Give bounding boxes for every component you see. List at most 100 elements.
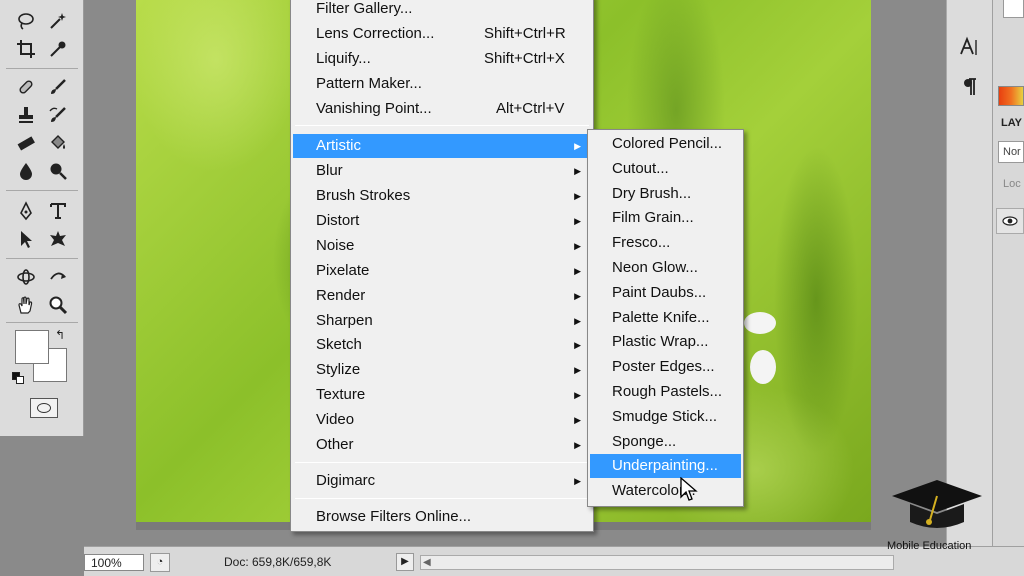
submenu-item-label: Palette Knife...	[612, 308, 710, 326]
submenu-item-label: Plastic Wrap...	[612, 333, 709, 351]
crop-tool-icon[interactable]	[12, 36, 40, 62]
menu-item-browse-filters-online[interactable]: Browse Filters Online...	[293, 505, 591, 529]
menu-separator	[295, 498, 589, 499]
submenu-item-paint-daubs[interactable]: Paint Daubs...	[590, 281, 741, 305]
menu-item-render[interactable]: Render ▶	[293, 284, 591, 308]
default-colors-icon[interactable]	[12, 372, 24, 384]
horizontal-scrollbar[interactable]: ◀	[420, 555, 894, 570]
quick-mask-button[interactable]	[30, 398, 58, 418]
submenu-item-cutout[interactable]: Cutout...	[590, 157, 741, 181]
swatches-gradient-strip[interactable]	[998, 86, 1024, 106]
status-info-icon[interactable]: ◔	[150, 553, 170, 572]
menu-item-stylize[interactable]: Stylize ▶	[293, 358, 591, 382]
canvas-petal-highlight	[750, 350, 776, 384]
submenu-item-poster-edges[interactable]: Poster Edges...	[590, 355, 741, 379]
zoom-tool-icon[interactable]	[44, 292, 72, 318]
menu-item-distort[interactable]: Distort ▶	[293, 209, 591, 233]
status-menu-arrow-icon[interactable]: ▶	[396, 553, 414, 571]
blend-mode-select[interactable]: Nor	[998, 141, 1024, 163]
tools-divider	[6, 190, 78, 191]
submenu-item-watercolor[interactable]: Watercolor...	[590, 479, 741, 503]
submenu-item-plastic-wrap[interactable]: Plastic Wrap...	[590, 330, 741, 354]
submenu-arrow-icon: ▶	[574, 415, 581, 425]
dodge-tool-icon[interactable]	[44, 158, 72, 184]
submenu-arrow-icon: ▶	[574, 340, 581, 350]
paragraph-panel-icon[interactable]	[947, 76, 993, 102]
submenu-item-film-grain[interactable]: Film Grain...	[590, 206, 741, 230]
lock-label: Loc	[1003, 178, 1021, 190]
type-tool-icon[interactable]	[44, 198, 72, 224]
menu-item-filter-gallery[interactable]: Filter Gallery...	[293, 0, 591, 21]
mouse-pointer-icon	[680, 477, 698, 501]
eyedropper-tool-icon[interactable]	[44, 36, 72, 62]
3d-rotate-tool-icon[interactable]	[12, 264, 40, 290]
magic-wand-tool-icon[interactable]	[44, 8, 72, 34]
panel-dock-icons	[946, 0, 992, 546]
layer-visibility-toggle[interactable]	[996, 208, 1024, 234]
menu-item-sketch[interactable]: Sketch ▶	[293, 333, 591, 357]
color-panel-preview	[1003, 0, 1024, 18]
scroll-left-icon[interactable]: ◀	[423, 556, 431, 569]
menu-item-pattern-maker[interactable]: Pattern Maker...	[293, 72, 591, 96]
submenu-item-rough-pastels[interactable]: Rough Pastels...	[590, 380, 741, 404]
submenu-item-label: Paint Daubs...	[612, 283, 707, 301]
menu-item-other[interactable]: Other ▶	[293, 433, 591, 457]
submenu-item-label: Neon Glow...	[612, 259, 698, 276]
pen-tool-icon[interactable]	[12, 198, 40, 224]
menu-item-pixelate[interactable]: Pixelate ▶	[293, 259, 591, 283]
path-selection-tool-icon[interactable]	[12, 226, 40, 252]
brush-tool-icon[interactable]	[44, 74, 72, 100]
menu-item-vanishing-point[interactable]: Vanishing Point... Alt+Ctrl+V	[293, 97, 591, 121]
menu-item-lens-correction[interactable]: Lens Correction... Shift+Ctrl+R	[293, 22, 591, 46]
hand-tool-icon[interactable]	[12, 292, 40, 318]
history-brush-tool-icon[interactable]	[44, 102, 72, 128]
submenu-arrow-icon: ▶	[574, 166, 581, 176]
healing-brush-tool-icon[interactable]	[12, 74, 40, 100]
paint-bucket-tool-icon[interactable]	[44, 130, 72, 156]
eraser-tool-icon[interactable]	[12, 130, 40, 156]
submenu-arrow-icon: ▶	[574, 316, 581, 326]
menu-separator	[295, 125, 589, 126]
submenu-item-dry-brush[interactable]: Dry Brush...	[590, 182, 741, 206]
menu-item-artistic[interactable]: Artistic ▶	[293, 134, 591, 158]
submenu-item-sponge[interactable]: Sponge...	[590, 430, 741, 454]
submenu-arrow-icon: ▶	[574, 216, 581, 226]
document-size-info: Doc: 659,8K/659,8K	[224, 555, 332, 569]
custom-shape-tool-icon[interactable]	[44, 226, 72, 252]
submenu-item-neon-glow[interactable]: Neon Glow...	[590, 256, 741, 280]
submenu-item-label: Sponge...	[612, 432, 677, 450]
watermark-text: Mobile Education	[887, 540, 972, 552]
swap-colors-icon[interactable]: ↰	[55, 328, 65, 342]
menu-item-video[interactable]: Video ▶	[293, 408, 591, 432]
layers-tab[interactable]: LAY	[1001, 117, 1022, 129]
submenu-item-label: Cutout...	[612, 159, 669, 177]
stamp-tool-icon[interactable]	[12, 102, 40, 128]
blur-tool-icon[interactable]	[12, 158, 40, 184]
workspace-margin	[871, 0, 946, 546]
submenu-item-label: Colored Pencil...	[612, 135, 723, 152]
character-panel-icon[interactable]	[947, 36, 993, 62]
menu-item-liquify[interactable]: Liquify... Shift+Ctrl+X	[293, 47, 591, 71]
artistic-submenu: Colored Pencil... Cutout... Dry Brush... Fi…	[587, 129, 744, 507]
3d-orbit-tool-icon[interactable]	[44, 264, 72, 290]
submenu-item-colored-pencil[interactable]: Colored Pencil...	[590, 132, 741, 156]
menu-item-digimarc[interactable]: Digimarc ▶	[293, 469, 591, 493]
menu-item-noise[interactable]: Noise ▶	[293, 234, 591, 258]
submenu-item-underpainting[interactable]: Underpainting...	[590, 454, 741, 479]
filter-menu: Filter Gallery... Lens Correction... Shi…	[290, 0, 594, 532]
submenu-item-fresco[interactable]: Fresco...	[590, 231, 741, 255]
quick-mask-icon	[37, 403, 51, 413]
submenu-item-smudge-stick[interactable]: Smudge Stick...	[590, 405, 741, 429]
menu-item-blur[interactable]: Blur ▶	[293, 159, 591, 183]
tools-panel: ↰	[0, 0, 84, 436]
foreground-color-swatch[interactable]	[15, 330, 49, 364]
menu-item-sharpen[interactable]: Sharpen ▶	[293, 309, 591, 333]
zoom-level-field[interactable]: 100%	[84, 554, 144, 571]
menu-item-brush-strokes[interactable]: Brush Strokes ▶	[293, 184, 591, 208]
submenu-arrow-icon: ▶	[574, 141, 581, 151]
lasso-tool-icon[interactable]	[12, 8, 40, 34]
submenu-item-palette-knife[interactable]: Palette Knife...	[590, 306, 741, 330]
menu-item-texture[interactable]: Texture ▶	[293, 383, 591, 407]
menu-separator	[295, 462, 589, 463]
layers-panel	[992, 0, 1024, 546]
